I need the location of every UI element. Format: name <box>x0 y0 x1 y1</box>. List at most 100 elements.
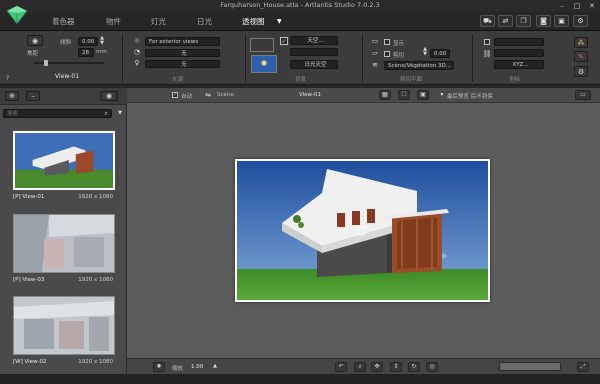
filter-dropdown-icon[interactable]: ▼ <box>115 109 125 118</box>
coords-section-label: 坐标 <box>509 77 521 83</box>
tab-dropdown-icon[interactable]: ▼ <box>277 16 282 28</box>
view-caption-3: [W] View-02 1920 x 1080 <box>13 358 115 366</box>
view-resolution: 1920 x 1080 <box>78 277 113 283</box>
scale-value[interactable]: 1.00 <box>191 364 203 370</box>
lightbulb-icon: ◔ <box>133 48 141 56</box>
window-icon[interactable]: ❐ <box>516 15 531 27</box>
preview-toggle-icon[interactable]: ▾ <box>437 90 447 100</box>
tilt-input[interactable]: 0.00 <box>78 37 98 46</box>
remove-view-icon[interactable]: – <box>26 91 40 101</box>
preview-label: 最后预览 后不到保 <box>447 94 493 100</box>
render-preview[interactable] <box>235 159 490 302</box>
view-thumbnail-3[interactable] <box>13 296 115 355</box>
view-select[interactable]: View-01 <box>299 92 321 98</box>
view-resolution: 1920 x 1080 <box>78 359 113 365</box>
panel-toggle-icon[interactable]: ▭ <box>575 90 591 100</box>
background-select[interactable]: 日光天空 <box>290 60 338 69</box>
zoom-slider[interactable] <box>499 362 561 371</box>
sync-icon[interactable]: ⇄ <box>498 15 513 27</box>
tab-objects[interactable]: 物件 <box>106 16 121 28</box>
sun-icon: ☼ <box>133 37 141 45</box>
xyz-button[interactable]: XYZ... <box>494 60 544 69</box>
add-camera-icon[interactable]: ⊕ <box>5 91 19 101</box>
view-resolution: 1920 x 1080 <box>78 194 113 200</box>
clip-value-input[interactable]: 0.00 <box>430 49 450 58</box>
lighting-select-3[interactable]: 无 <box>145 60 220 68</box>
layers-icon: ≋ <box>372 61 378 69</box>
sky-button[interactable]: 天空... <box>290 36 338 45</box>
tab-heliodons[interactable]: 日光 <box>197 16 212 28</box>
tab-perspectives[interactable]: 透视图 <box>242 16 265 28</box>
divider <box>362 34 363 82</box>
fit-view-icon[interactable]: ▦ <box>379 90 391 100</box>
clip-stepper[interactable]: ▲ ▼ <box>422 47 428 57</box>
eye-icon[interactable]: ◉ <box>100 91 118 101</box>
camera-icon[interactable]: ◉ <box>27 35 43 46</box>
auto-checkbox[interactable]: ✓ <box>172 92 178 98</box>
photo-icon[interactable]: ◙ <box>536 15 551 27</box>
link-icon: ⛓ <box>482 50 492 58</box>
coords-field-1[interactable] <box>494 38 544 46</box>
color-icon[interactable]: ⁂ <box>574 37 588 48</box>
search-input[interactable] <box>3 109 112 118</box>
view-list-panel: ⊕ – ◉ ⌕ ▼ [P] View-01 1920 x 1080 [P] Vi… <box>0 88 127 374</box>
help-icon[interactable]: ? <box>6 75 9 82</box>
lighting-select-2[interactable]: 无 <box>145 49 220 57</box>
tab-lights[interactable]: 灯光 <box>151 16 166 28</box>
scene-label[interactable]: Scène <box>217 92 234 98</box>
viewport-toolbar: ✓ 自动 ⇋ Scène View-01 ▦ ⛶ ▣ ▾ 最后预览 后不到保 ▭ <box>127 88 600 103</box>
focal-input[interactable]: 28 <box>78 48 94 57</box>
background-field[interactable] <box>290 48 338 56</box>
logo-gem-icon[interactable] <box>6 5 28 25</box>
background-swatch[interactable] <box>250 38 274 52</box>
gear-icon[interactable]: ⚙ <box>574 66 588 77</box>
render-preset-select[interactable]: For exterior views <box>145 37 220 46</box>
clip-label: 剪切 <box>393 53 405 59</box>
clip-plane-icon: ▱ <box>372 49 378 57</box>
view-caption-2: [P] View-03 1920 x 1080 <box>13 276 115 284</box>
status-bar <box>0 374 600 384</box>
edit-icon[interactable]: ✎ <box>574 51 588 62</box>
viewport-bottom-bar: ✹ 缩放 1.00 ▲ ↶ ⌕ ✥ ⇕ ↻ ◎ ⤢ <box>127 358 600 374</box>
focal-unit: mm <box>96 49 107 55</box>
undo-icon[interactable]: ↶ <box>335 362 347 372</box>
close-button[interactable]: ✕ <box>585 1 599 11</box>
compass-icon[interactable]: ✹ <box>153 362 165 372</box>
view-name: [P] View-01 <box>13 194 45 200</box>
divider <box>245 34 246 82</box>
search-icon[interactable]: ⌕ <box>101 109 111 118</box>
scale-stepper[interactable]: ▲ <box>211 361 219 371</box>
maximize-button[interactable]: □ <box>570 1 584 11</box>
coords-field-2[interactable] <box>494 49 544 57</box>
vegetation-select[interactable]: Scène/Végétation 3D... <box>384 61 454 70</box>
show-checkbox[interactable] <box>384 39 390 45</box>
clip-checkbox[interactable] <box>384 51 390 57</box>
window-title: Farquharson_House.atla - Artlantis Studi… <box>220 1 380 9</box>
sky-preview[interactable]: ✺ <box>251 55 277 73</box>
export-icon[interactable]: ▣ <box>554 15 569 27</box>
tilt-label: 倾斜 <box>60 40 72 46</box>
orbit-icon[interactable]: ◎ <box>426 362 438 372</box>
pan-icon[interactable]: ⇕ <box>390 362 402 372</box>
section-box-icon: ▭ <box>371 37 379 45</box>
coords-checkbox[interactable] <box>484 39 490 45</box>
focal-slider-handle[interactable] <box>44 60 48 66</box>
settings-icon[interactable]: ⚙ <box>573 15 588 27</box>
view-caption-1: [P] View-01 1920 x 1080 <box>13 193 115 201</box>
view-thumbnail-1[interactable] <box>13 131 115 190</box>
clip-section-label: 剪切平面 <box>400 77 423 83</box>
frame-icon[interactable]: ⛶ <box>398 90 410 100</box>
view-thumbnail-2[interactable] <box>13 214 115 273</box>
move-icon[interactable]: ✥ <box>371 362 383 372</box>
tab-shaders[interactable]: 着色器 <box>52 16 75 28</box>
minimize-button[interactable]: – <box>555 1 569 11</box>
tilt-stepper[interactable]: ▲ ▼ <box>99 36 105 46</box>
background-checkbox[interactable]: ✓ <box>280 37 288 45</box>
rotate-icon[interactable]: ↻ <box>408 362 420 372</box>
fullscreen-icon[interactable]: ⤢ <box>577 362 589 372</box>
image-icon[interactable]: ▣ <box>417 90 429 100</box>
inspector-panel: ◉ 倾斜 0.00 ▲ ▼ 焦距 28 mm View-01 ? ☼ For ex… <box>0 31 600 85</box>
cart-icon[interactable]: ⛟ <box>480 15 495 27</box>
zoom-icon[interactable]: ⌕ <box>354 362 366 372</box>
divider <box>122 34 123 82</box>
